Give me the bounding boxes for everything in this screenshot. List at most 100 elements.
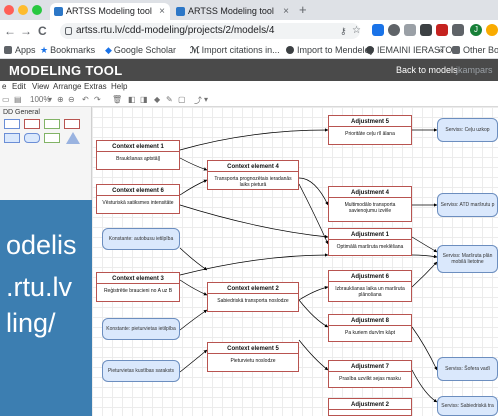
- chevron-down-icon[interactable]: ▾: [204, 95, 208, 104]
- forward-button[interactable]: →: [20, 24, 32, 38]
- adjustment-5[interactable]: Adjustment 5 Prioritāte ceļu rīl ālana: [328, 115, 412, 145]
- delete-icon[interactable]: 🗑: [112, 95, 122, 104]
- service-driver[interactable]: Serviss: Šofera vadī: [437, 357, 498, 381]
- constant-bus-capacity[interactable]: Konstante: autobusu ietilpība: [102, 228, 180, 250]
- bookmark-bookmarks[interactable]: ★ Bookmarks: [40, 45, 95, 56]
- adjustment-4[interactable]: Adjustment 4 Multimodālo transporta savi…: [328, 186, 412, 222]
- bookmark-apps[interactable]: Apps: [4, 45, 36, 56]
- bookmark-iemaini[interactable]: IEMAINI IERASTO...: [366, 45, 460, 56]
- globe-icon: [286, 46, 294, 54]
- bookmark-other[interactable]: Other Bookmarks: [452, 45, 498, 56]
- pages-icon[interactable]: ▤: [14, 95, 22, 104]
- profile-avatar-icon[interactable]: J: [470, 24, 482, 36]
- menu-arrange[interactable]: Arrange: [53, 82, 81, 91]
- shape-thumbnail[interactable]: [64, 119, 80, 129]
- back-button[interactable]: ←: [4, 24, 16, 38]
- browser-tab[interactable]: ARTSS Modeling tool ×: [172, 3, 294, 20]
- connector-icon[interactable]: ⤴: [194, 95, 202, 106]
- service-route-planning[interactable]: Serviss: ATD maršrutu p: [437, 193, 498, 217]
- menu-bar: e Edit View Arrange Extras Help: [0, 81, 498, 93]
- user-link[interactable]: jkampars: [456, 65, 493, 75]
- lock-icon: [65, 27, 72, 35]
- close-tab-icon[interactable]: ×: [159, 3, 165, 20]
- adjustment-7[interactable]: Adjustment 7 Prasība uzvilkt sejas masku: [328, 360, 412, 388]
- shape-thumbnail[interactable]: [4, 119, 20, 129]
- extension-icon[interactable]: [486, 24, 498, 36]
- adjustment-1[interactable]: Adjustment 1 Optimālā maršruta meklēšana: [328, 228, 412, 256]
- triangle-shape-thumbnail[interactable]: [66, 132, 80, 144]
- context-element-6[interactable]: Context element 6 Vēsturiskā satiksmes i…: [96, 184, 180, 214]
- extension-icon[interactable]: [404, 24, 416, 36]
- to-back-icon[interactable]: ◨: [140, 95, 148, 104]
- diagram-toolbar: ▭ ▤ 100% ▾ ⊕ ⊖ ↶ ↷ 🗑 ◧ ◨ ◆ ✎ ▢ ⤴ ▾: [0, 93, 498, 107]
- bookmark-import-mendeley[interactable]: Import to Mendeley: [286, 45, 374, 56]
- browser-tab-active[interactable]: ARTSS Modeling tool ×: [50, 3, 170, 20]
- shape-thumbnail[interactable]: [44, 133, 60, 143]
- slide-text-line: .rtu.lv: [6, 272, 73, 302]
- service-route-mobile-app[interactable]: Serviss: Maršruta plān mobilā lietotne: [437, 245, 498, 273]
- adjustment-6[interactable]: Adjustment 6 Izbraukšanas laika un maršr…: [328, 270, 412, 302]
- undo-icon[interactable]: ↶: [82, 95, 89, 104]
- maximize-window-dot[interactable]: [32, 5, 42, 15]
- context-element-3[interactable]: Context element 3 Reģistrētie braucieni …: [96, 272, 180, 302]
- globe-icon: [366, 46, 374, 54]
- stop-timetable[interactable]: Pieturvietas kustības saraksts: [102, 360, 180, 382]
- context-element-1[interactable]: Context element 1 Braukšanas ąptstāļļ: [96, 140, 180, 170]
- bookmark-import-citations[interactable]: ℳ Import citations in...: [190, 45, 280, 56]
- constant-stop-capacity[interactable]: Konstante: pieturvietas ietilpība: [102, 318, 180, 340]
- shape-thumbnail[interactable]: [24, 133, 40, 143]
- key-icon[interactable]: ⚷: [340, 24, 347, 38]
- menu-view[interactable]: View: [32, 82, 49, 91]
- minimize-window-dot[interactable]: [18, 5, 28, 15]
- shadow-icon[interactable]: ▢: [178, 95, 186, 104]
- menu-edit[interactable]: Edit: [12, 82, 26, 91]
- to-front-icon[interactable]: ◧: [128, 95, 136, 104]
- shape-thumbnail[interactable]: [4, 133, 20, 143]
- bookmarks-bar: Apps ★ Bookmarks ◆ Google Scholar ℳ Import …: [0, 42, 498, 59]
- puzzle-icon[interactable]: [452, 24, 464, 36]
- new-tab-button[interactable]: +: [299, 2, 307, 17]
- context-element-2[interactable]: Context element 2 Sabiedriskā transporta…: [207, 282, 299, 312]
- tab-title: ARTSS Modeling tool: [188, 6, 274, 16]
- extension-icon[interactable]: [372, 24, 384, 36]
- shape-thumbnail[interactable]: [24, 119, 40, 129]
- star-icon: ★: [40, 45, 49, 55]
- adjustment-8[interactable]: Adjustment 8 Pa kuriem durvīm kāpt: [328, 314, 412, 342]
- redo-icon[interactable]: ↷: [94, 95, 101, 104]
- more-bookmarks-button[interactable]: »: [438, 45, 443, 56]
- format-panel-icon[interactable]: ▭: [2, 95, 10, 104]
- zoom-out-icon[interactable]: ⊖: [68, 95, 75, 104]
- menu-help[interactable]: Help: [111, 82, 127, 91]
- browser-tab-bar: ARTSS Modeling tool × ARTSS Modeling too…: [0, 0, 498, 20]
- close-window-dot[interactable]: [4, 5, 14, 15]
- line-color-icon[interactable]: ✎: [166, 95, 173, 104]
- menu-file[interactable]: e: [2, 82, 6, 91]
- library-title[interactable]: DD General: [3, 109, 40, 116]
- chevron-down-icon[interactable]: ▾: [48, 95, 52, 104]
- back-to-models-link[interactable]: Back to models: [396, 65, 458, 75]
- shape-thumbnail[interactable]: [44, 119, 60, 129]
- extension-icon[interactable]: [388, 24, 400, 36]
- bookmark-google-scholar[interactable]: ◆ Google Scholar: [105, 45, 176, 56]
- folder-icon: [452, 46, 460, 54]
- app-title: MODELING TOOL: [9, 63, 123, 78]
- context-element-5[interactable]: Context element 5 Pieturvietu noslodze: [207, 342, 299, 372]
- reload-button[interactable]: C: [38, 24, 47, 38]
- close-tab-icon[interactable]: ×: [283, 3, 289, 20]
- screen: ARTSS Modeling tool × ARTSS Modeling too…: [0, 0, 498, 416]
- url-field[interactable]: artss.rtu.lv/cdd-modeling/projects/2/mod…: [60, 23, 360, 39]
- site-favicon-icon: [54, 7, 63, 16]
- zoom-in-icon[interactable]: ⊕: [57, 95, 64, 104]
- context-element-4[interactable]: Context element 4 Transporta prognozētai…: [207, 160, 299, 190]
- service-public-transport[interactable]: Serviss: Sabiedriskā tra: [437, 396, 498, 416]
- tab-title: ARTSS Modeling tool: [66, 6, 152, 16]
- extension-icon[interactable]: [436, 24, 448, 36]
- bookmark-star-icon[interactable]: ☆: [352, 24, 361, 38]
- extension-icon[interactable]: [420, 24, 432, 36]
- service-road-maintenance[interactable]: Serviss: Ceļu uzkop: [437, 118, 498, 142]
- adjustment-2[interactable]: Adjustment 2: [328, 398, 412, 416]
- fill-color-icon[interactable]: ◆: [154, 95, 160, 104]
- slide-overlay: odelis .rtu.lv ling/: [0, 200, 92, 416]
- slide-text-line: odelis: [6, 230, 77, 260]
- menu-extras[interactable]: Extras: [84, 82, 107, 91]
